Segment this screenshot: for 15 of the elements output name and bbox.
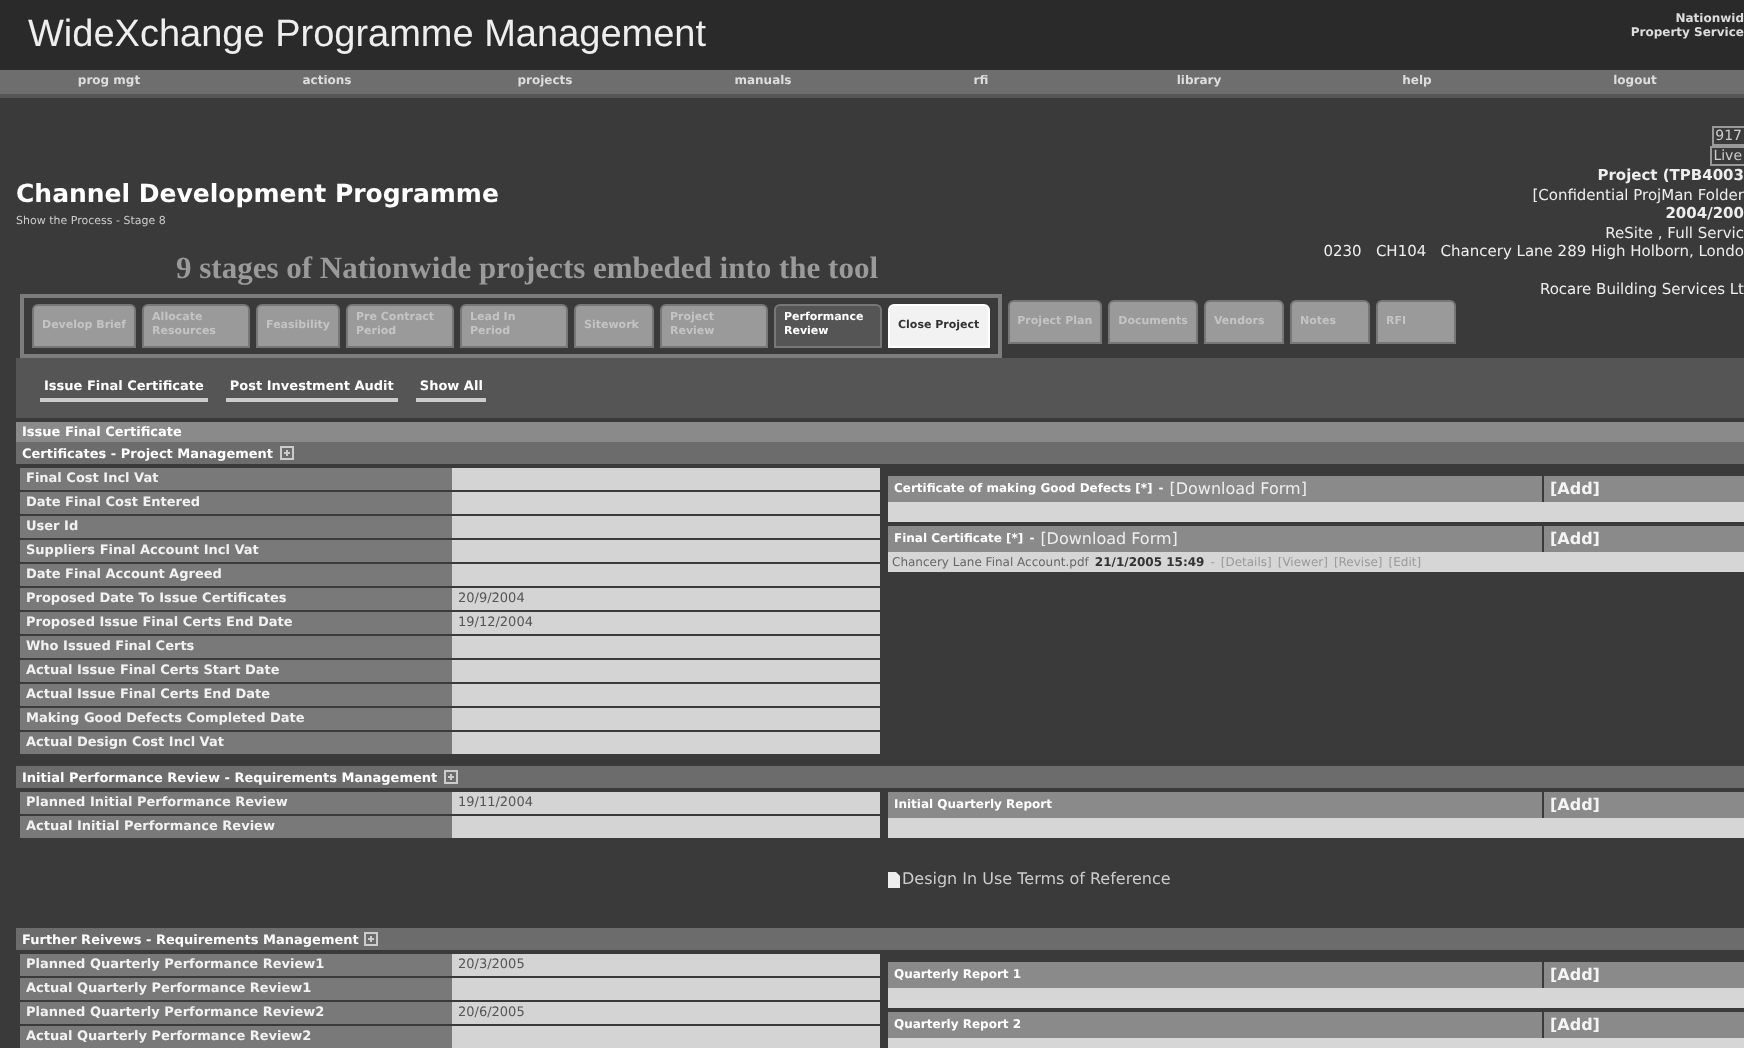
add-link[interactable]: [Add] [1544,526,1744,552]
programme-title: Channel Development Programme [16,178,501,208]
add-link[interactable]: [Add] [1544,1012,1744,1038]
add-link[interactable]: [Add] [1544,962,1744,988]
add-link[interactable]: [Add] [1544,476,1744,502]
download-form-link[interactable]: [Download Form] [1169,480,1307,498]
download-form-link[interactable]: [Download Form] [1040,530,1178,548]
add-link[interactable]: [Add] [1544,792,1744,818]
annotation-text: 9 stages of Nationwide projects embeded into the tool [176,252,879,288]
document-icon [888,871,900,887]
expand-icon[interactable] [443,770,458,784]
document-link[interactable]: Design In Use Terms of Reference [902,870,1171,888]
app-title: WideXchange Programme Management [28,13,707,57]
expand-icon[interactable] [279,446,294,460]
expand-icon[interactable] [364,932,379,946]
